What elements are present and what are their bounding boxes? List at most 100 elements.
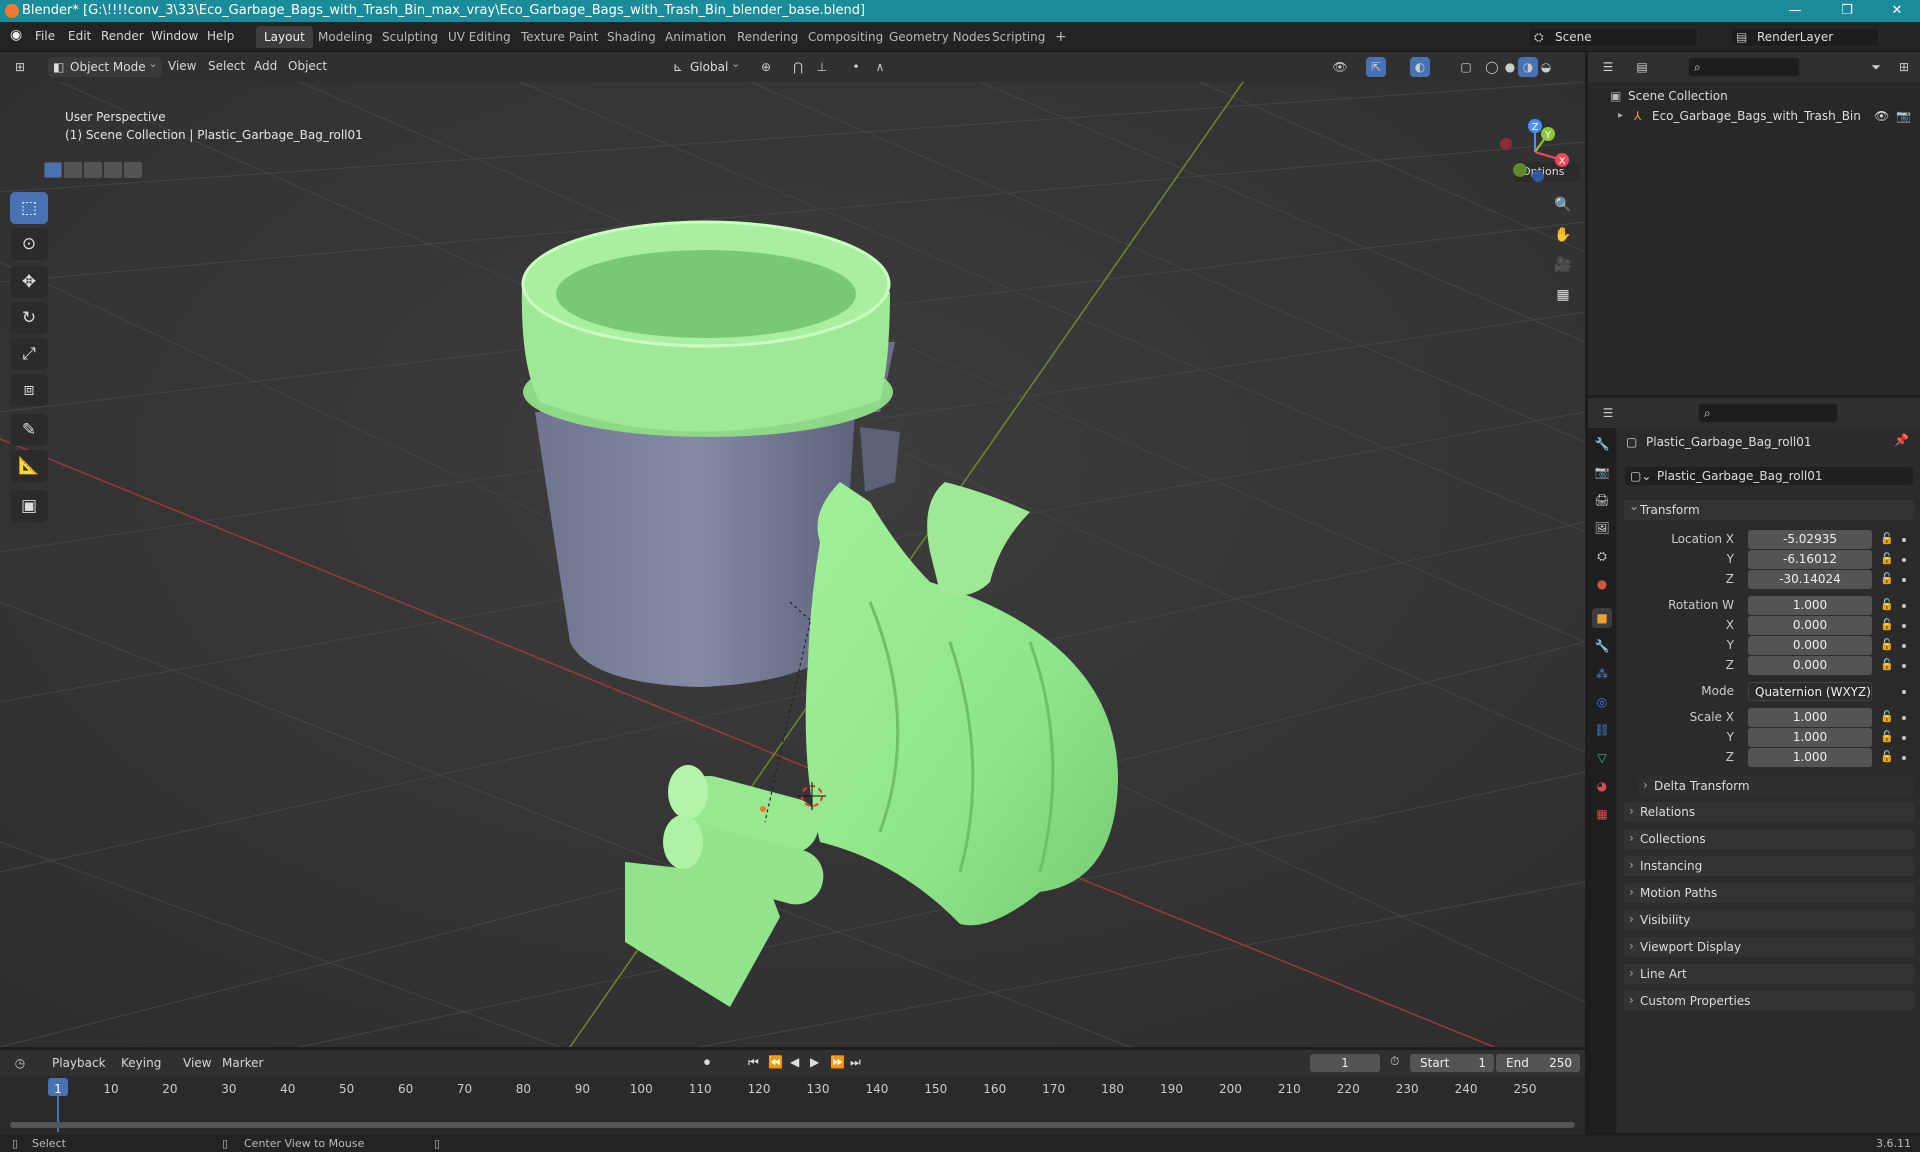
physics-tab-icon[interactable]: ◎ [1592, 692, 1612, 712]
timeline-scrollbar[interactable] [10, 1122, 1575, 1128]
transform-tool-icon[interactable]: ⧈ [10, 374, 48, 406]
cursor-tool-icon[interactable]: ⊙ [10, 228, 48, 260]
rotation-z-field[interactable]: 0.000 [1748, 656, 1872, 675]
menu-edit[interactable]: Edit [68, 29, 91, 43]
timeline-menu-view[interactable]: View [183, 1056, 211, 1070]
lock-icon[interactable]: 🔓 [1880, 710, 1894, 723]
gizmo-toggle-icon[interactable]: ⇱ [1366, 57, 1386, 77]
viewport-menu-view[interactable]: View [168, 59, 196, 73]
location-x-field[interactable]: -5.02935 [1748, 530, 1872, 549]
wireframe-shading-icon[interactable]: ◯ [1482, 57, 1502, 77]
lock-icon[interactable]: 🔓 [1880, 638, 1894, 651]
editor-type-icon[interactable]: ⊞ [10, 57, 30, 77]
scene-selector[interactable]: ⛭ Scene [1528, 27, 1698, 47]
close-button[interactable]: ✕ [1874, 0, 1920, 22]
add-workspace-button[interactable]: + [1047, 26, 1075, 48]
texture-tab-icon[interactable]: ▦ [1592, 804, 1612, 824]
navigation-gizmo[interactable]: Z Y X [1490, 114, 1576, 194]
render-tab-icon[interactable]: 📷 [1592, 462, 1612, 482]
select-intersect-icon[interactable] [124, 162, 142, 178]
tab-animation[interactable]: Animation [657, 26, 734, 48]
select-box-tool-icon[interactable]: ⬚ [10, 192, 48, 224]
add-cube-tool-icon[interactable]: ▣ [10, 490, 48, 522]
output-tab-icon[interactable]: 🖨 [1592, 490, 1612, 510]
tab-scripting[interactable]: Scripting [984, 26, 1053, 48]
snap-icon[interactable]: ⋂ [788, 57, 808, 77]
tab-compositing[interactable]: Compositing [800, 26, 891, 48]
render-layer-selector[interactable]: ▤ RenderLayer [1730, 27, 1880, 47]
tab-modeling[interactable]: Modeling [310, 26, 381, 48]
material-shading-icon[interactable]: ◑ [1518, 57, 1538, 77]
camera-view-icon[interactable]: 🎥 [1550, 252, 1576, 278]
scale-y-field[interactable]: 1.000 [1748, 728, 1872, 747]
motion-paths-panel[interactable]: Motion Paths [1624, 882, 1914, 903]
tab-shading[interactable]: Shading [599, 26, 664, 48]
gizmo-neg-y-axis[interactable] [1513, 163, 1527, 177]
eye-visibility-icon[interactable]: 👁 [1874, 106, 1889, 126]
properties-search-input[interactable]: ⌕ [1698, 403, 1838, 423]
zoom-icon[interactable]: 🔍 [1550, 192, 1576, 218]
transform-panel-header[interactable]: Transform [1624, 496, 1914, 520]
rotation-w-field[interactable]: 1.000 [1748, 596, 1872, 615]
tab-rendering[interactable]: Rendering [729, 26, 806, 48]
gizmo-neg-z-axis[interactable] [1532, 170, 1544, 182]
lock-icon[interactable]: 🔓 [1880, 618, 1894, 631]
3d-viewport[interactable]: User Perspective (1) Scene Collection | … [0, 82, 1585, 1047]
snap-target-icon[interactable]: ⊥ [812, 57, 832, 77]
tool-tab-icon[interactable]: 🔧 [1592, 434, 1612, 454]
timeline-menu-keying[interactable]: Keying [121, 1056, 161, 1070]
menu-window[interactable]: Window [151, 29, 198, 43]
camera-render-icon[interactable]: 📷 [1896, 106, 1911, 126]
select-invert-icon[interactable] [104, 162, 122, 178]
stopwatch-icon[interactable]: ⏱ [1390, 1054, 1399, 1069]
modifiers-tab-icon[interactable]: 🔧 [1592, 636, 1612, 656]
blender-menu-icon[interactable]: ◉ [10, 27, 22, 43]
proportional-edit-icon[interactable]: • [846, 57, 866, 77]
play-icon[interactable]: ▶ [810, 1055, 819, 1069]
world-tab-icon[interactable]: ● [1592, 574, 1612, 594]
auto-keying-icon[interactable]: ⏺ [704, 1055, 710, 1070]
visibility-panel[interactable]: Visibility [1624, 909, 1914, 930]
tab-sculpting[interactable]: Sculpting [374, 26, 446, 48]
rendered-shading-icon[interactable]: ◒ [1536, 57, 1556, 77]
lock-icon[interactable]: 🔓 [1880, 750, 1894, 763]
overlay-toggle-icon[interactable]: ◐ [1410, 57, 1430, 77]
end-frame-field[interactable]: End 250 [1496, 1054, 1580, 1072]
menu-file[interactable]: File [35, 29, 55, 43]
timeline-editor-type-icon[interactable]: ◷ [10, 1053, 30, 1073]
lock-icon[interactable]: 🔓 [1880, 598, 1894, 611]
move-tool-icon[interactable]: ✥ [10, 266, 48, 298]
select-subtract-icon[interactable] [84, 162, 102, 178]
lock-icon[interactable]: 🔓 [1880, 658, 1894, 671]
rotation-mode-dropdown[interactable]: Quaternion (WXYZ) [1748, 682, 1872, 701]
data-tab-icon[interactable]: ▽ [1592, 748, 1612, 768]
menu-render[interactable]: Render [101, 29, 144, 43]
lock-icon[interactable]: 🔓 [1880, 552, 1894, 565]
pan-hand-icon[interactable]: ✋ [1550, 222, 1576, 248]
lock-icon[interactable]: 🔓 [1880, 532, 1894, 545]
scale-tool-icon[interactable]: ⤢ [10, 338, 48, 370]
select-extend-icon[interactable] [64, 162, 82, 178]
scale-z-field[interactable]: 1.000 [1748, 748, 1872, 767]
menu-help[interactable]: Help [207, 29, 234, 43]
location-y-field[interactable]: -6.16012 [1748, 550, 1872, 569]
relations-panel[interactable]: Relations [1624, 801, 1914, 822]
filter-icon[interactable]: ⏷ [1866, 57, 1886, 77]
lock-icon[interactable]: 🔓 [1880, 572, 1894, 585]
measure-tool-icon[interactable]: 📐 [10, 450, 48, 482]
visibility-toggle-icon[interactable]: 👁 [1330, 57, 1350, 77]
tab-layout[interactable]: Layout [256, 26, 313, 48]
xray-toggle-icon[interactable]: ▢ [1456, 57, 1476, 77]
delta-transform-subpanel[interactable]: Delta Transform [1638, 775, 1914, 796]
transform-orientation-dropdown[interactable]: ⊾ Global [668, 54, 745, 77]
maximize-button[interactable]: ❐ [1824, 0, 1870, 22]
prev-keyframe-icon[interactable]: ⏪ [768, 1055, 783, 1069]
outliner-row-eco-garbage-bags[interactable]: ▸ ⅄ Eco_Garbage_Bags_with_Trash_Bin 👁 📷 [1588, 106, 1920, 126]
object-tab-icon[interactable]: ■ [1592, 608, 1612, 628]
pin-icon[interactable]: 📌 [1894, 433, 1909, 447]
location-z-field[interactable]: -30.14024 [1748, 570, 1872, 589]
play-reverse-icon[interactable]: ◀ [790, 1055, 799, 1069]
select-new-icon[interactable] [44, 162, 62, 178]
rotation-y-field[interactable]: 0.000 [1748, 636, 1872, 655]
annotate-tool-icon[interactable]: ✎ [10, 414, 48, 446]
